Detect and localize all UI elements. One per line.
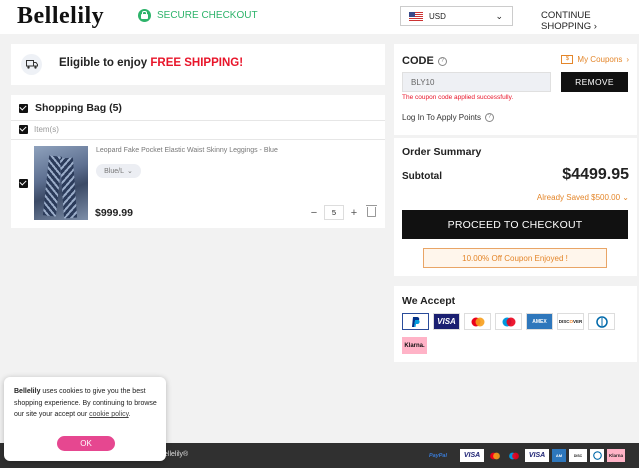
cookie-brand: Bellelily: [14, 388, 41, 395]
subtotal-label: Subtotal: [402, 171, 442, 182]
already-saved[interactable]: Already Saved $500.00 ⌄: [537, 193, 629, 202]
coupon-success-message: The coupon code applied successfully.: [402, 94, 514, 101]
trash-icon[interactable]: [366, 205, 377, 217]
remove-coupon-button[interactable]: REMOVE: [561, 72, 628, 92]
items-label: Item(s): [34, 125, 59, 134]
item-checkbox[interactable]: [19, 179, 28, 188]
amex-icon: AM: [552, 449, 566, 462]
divider: [11, 139, 385, 140]
payment-icons: VISA AMEX DISC O VER: [402, 313, 615, 330]
proceed-to-checkout-button[interactable]: PROCEED TO CHECKOUT: [402, 210, 628, 239]
header: Bellelily SECURE CHECKOUT USD ⌄ CONTINUE…: [0, 0, 639, 34]
klarna-icon: Klarna: [607, 449, 625, 462]
continue-shopping-label: CONTINUE SHOPPING: [541, 10, 592, 32]
login-apply-points[interactable]: Log In To Apply Points?: [402, 113, 495, 123]
maestro-icon: [495, 313, 522, 330]
subtotal-value: $4499.95: [562, 166, 629, 183]
diners-club-icon: [588, 313, 615, 330]
payment-methods: We Accept VISA AMEX DISC O VER Klarna.: [394, 286, 637, 362]
decrease-quantity-button[interactable]: −: [307, 206, 321, 220]
footer-copyright: ellelily®: [164, 451, 189, 458]
mastercard-icon: [487, 449, 503, 462]
chevron-right-icon: ›: [593, 21, 597, 32]
shipping-message: Eligible to enjoy FREE SHIPPING!: [59, 57, 243, 69]
my-coupons-label: My Coupons: [577, 55, 623, 64]
select-all-checkbox[interactable]: [19, 104, 28, 113]
already-saved-label: Already Saved $500.00: [536, 193, 621, 202]
mastercard-icon: [464, 313, 491, 330]
my-coupons-link[interactable]: $ My Coupons ›: [561, 55, 629, 64]
product-image[interactable]: [34, 146, 88, 220]
chevron-down-icon: ⌄: [126, 168, 133, 175]
chevron-right-icon: ›: [626, 55, 629, 64]
continue-shopping-link[interactable]: CONTINUE SHOPPING ›: [541, 10, 639, 32]
login-points-label: Log In To Apply Points: [402, 113, 482, 122]
coupon-enjoyed-badge: 10.00% Off Coupon Enjoyed !: [423, 248, 607, 268]
bag-title: Shopping Bag (5): [35, 102, 122, 114]
help-icon[interactable]: ?: [437, 56, 447, 66]
us-flag-icon: [409, 11, 423, 21]
cookie-banner: Bellelily uses cookies to give you the b…: [4, 377, 166, 461]
maestro-icon: [506, 449, 522, 462]
cookie-ok-button[interactable]: OK: [57, 436, 115, 451]
product-price: $999.99: [95, 207, 133, 219]
cookie-message: Bellelily uses cookies to give you the b…: [14, 386, 160, 421]
shipping-text: Eligible to enjoy: [59, 57, 151, 69]
chevron-down-icon: ⌄: [622, 193, 629, 202]
we-accept-title: We Accept: [402, 295, 456, 307]
discover-icon: DISC: [569, 449, 587, 462]
currency-value: USD: [429, 11, 446, 21]
divider: [11, 120, 385, 121]
order-summary: Order Summary Subtotal $4499.95 Already …: [394, 138, 637, 276]
variant-select[interactable]: Blue/L ⌄: [96, 164, 141, 178]
amex-icon: AMEX: [526, 313, 553, 330]
quantity-stepper: − 5 +: [307, 205, 361, 220]
visa-icon: VISA: [433, 313, 460, 330]
code-title: CODE?: [402, 55, 447, 67]
free-shipping-highlight: FREE SHIPPING!: [150, 57, 244, 69]
diners-club-icon: [590, 449, 604, 462]
lock-icon: [138, 9, 151, 22]
klarna-icon: Klarna.: [402, 337, 427, 354]
truck-icon: [21, 54, 42, 75]
summary-title: Order Summary: [402, 146, 482, 158]
help-icon[interactable]: ?: [485, 113, 495, 123]
cookie-policy-link[interactable]: cookie policy: [89, 411, 129, 418]
items-checkbox[interactable]: [19, 125, 28, 134]
coupon-panel: CODE? $ My Coupons › BLY10 REMOVE The co…: [394, 44, 637, 135]
quantity-input[interactable]: 5: [324, 205, 344, 220]
discover-icon: DISC O VER: [557, 313, 584, 330]
coupon-code-input[interactable]: BLY10: [402, 72, 551, 92]
code-title-label: CODE: [402, 55, 434, 67]
logo[interactable]: Bellelily: [17, 3, 104, 30]
visa-icon: VISA: [460, 449, 484, 462]
secure-checkout: SECURE CHECKOUT: [138, 9, 258, 22]
secure-checkout-label: SECURE CHECKOUT: [157, 10, 258, 21]
currency-select[interactable]: USD ⌄: [400, 6, 513, 26]
footer-payment-icons: PayPal VISA VISA AM DISC Klarna: [419, 449, 625, 462]
cookie-period: .: [128, 411, 131, 418]
paypal-icon: PayPal: [428, 452, 448, 459]
paypal-icon: [402, 313, 429, 330]
product-name[interactable]: Leopard Fake Pocket Elastic Waist Skinny…: [96, 147, 278, 154]
visa-icon: VISA: [525, 449, 549, 462]
shopping-bag: Shopping Bag (5) Item(s) Leopard Fake Po…: [11, 95, 385, 228]
coupon-icon: $: [561, 55, 574, 64]
shipping-banner: Eligible to enjoy FREE SHIPPING!: [11, 44, 385, 85]
increase-quantity-button[interactable]: +: [347, 206, 361, 220]
chevron-down-icon: ⌄: [495, 11, 503, 21]
variant-label: Blue/L: [104, 167, 124, 175]
